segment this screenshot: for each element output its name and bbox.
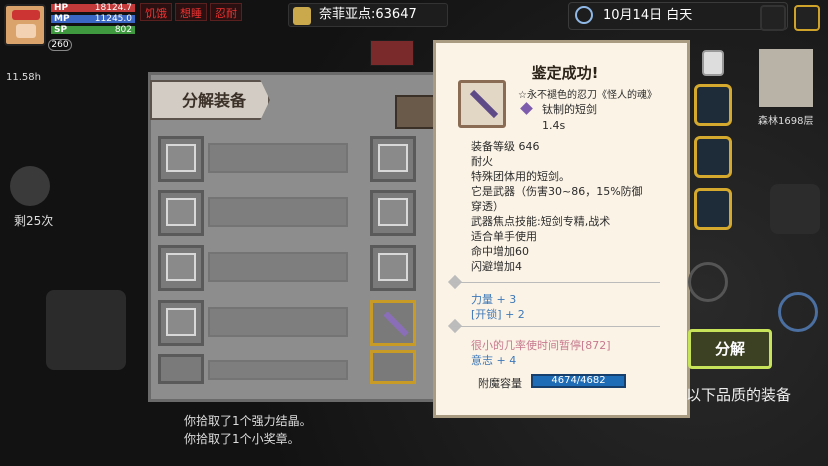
- mp-value: 11245.0: [94, 14, 132, 24]
- hp-bar: HP 18124.7: [50, 3, 136, 13]
- item-slot-rooster[interactable]: [370, 350, 416, 384]
- item-weight: 1.4s: [542, 119, 566, 132]
- item-slot[interactable]: [370, 245, 416, 291]
- map-tile: [370, 40, 414, 66]
- stat-line: 穿透）: [471, 200, 504, 213]
- stat-line: 适合单手使用: [471, 230, 537, 243]
- spiral-icon[interactable]: [688, 262, 728, 302]
- map-tile: [758, 48, 814, 108]
- status-forget: 忍耐: [210, 3, 242, 21]
- quality-text: 以下品质的装备: [686, 386, 792, 404]
- sp-value: 802: [114, 25, 132, 35]
- item-subtitle: ☆永不褪色的忍刀《怪人的魂》: [518, 90, 657, 101]
- status-sleepy: 想睡: [175, 3, 207, 21]
- slot-row: [208, 143, 348, 173]
- floor-label: 森林1698层: [758, 116, 814, 127]
- slot-row: [208, 307, 348, 337]
- slot-row: [208, 197, 348, 227]
- stat-line: 命中增加60: [471, 245, 529, 258]
- date-text: 10月14日 白天: [603, 8, 693, 23]
- enchant-capacity: 4674/4682: [531, 374, 626, 388]
- item-slot[interactable]: [158, 300, 204, 346]
- item-slot[interactable]: [370, 190, 416, 236]
- separator: [452, 282, 660, 283]
- remaining-count: 剩25次: [14, 214, 54, 228]
- hp-value: 18124.7: [94, 3, 132, 13]
- item-slot[interactable]: [158, 354, 204, 384]
- item-slot-sword[interactable]: [370, 300, 416, 346]
- stat-line: 装备等级 646: [471, 140, 540, 153]
- player-avatar[interactable]: [4, 4, 46, 46]
- exit-icon[interactable]: [794, 5, 820, 31]
- panel-title: 分解装备: [150, 80, 270, 120]
- skull-icon[interactable]: [10, 166, 50, 206]
- sword-skill-icon[interactable]: [770, 184, 820, 234]
- mp-bar: MP 11245.0: [50, 14, 136, 24]
- special-line: 很小的几率使时间暂停[872]: [471, 339, 611, 352]
- stat-line: 武器焦点技能:短剑专精,战术: [471, 215, 611, 228]
- sword-icon: [383, 311, 409, 337]
- quick-slot[interactable]: [694, 84, 732, 126]
- bonus-line: 意志 + 4: [471, 354, 517, 367]
- slot-row: [208, 360, 348, 380]
- gold-display: 奈菲亚点:63647: [288, 3, 448, 27]
- hp-label: HP: [54, 3, 69, 13]
- gold-text: 奈菲亚点:63647: [319, 7, 417, 22]
- item-name: 钛制的短剑: [542, 103, 597, 116]
- buff-timer: 11.58h: [6, 72, 41, 83]
- mp-label: MP: [54, 14, 70, 24]
- player-level: 260: [48, 39, 72, 51]
- quick-slot[interactable]: [694, 136, 732, 178]
- quick-slot[interactable]: [694, 188, 732, 230]
- stat-line: 耐火: [471, 155, 493, 168]
- bonus-line: [开锁] + 2: [471, 308, 525, 321]
- info-icon[interactable]: [702, 50, 724, 76]
- item-slot[interactable]: [158, 190, 204, 236]
- separator: [452, 326, 660, 327]
- log-line: 你拾取了1个小奖章。: [184, 432, 300, 446]
- sword-icon: [469, 89, 499, 119]
- item-icon: [458, 80, 506, 128]
- item-slot[interactable]: [370, 136, 416, 182]
- stat-line: 它是武器（伤害30~86，15%防御: [471, 185, 643, 198]
- network-icon[interactable]: [760, 5, 786, 31]
- bonus-line: 力量 + 3: [471, 293, 517, 306]
- sp-bar: SP 802: [50, 25, 136, 35]
- lock-icon[interactable]: [395, 95, 435, 129]
- enchant-label: 附魔容量: [478, 377, 522, 390]
- gear-icon[interactable]: [778, 292, 818, 332]
- decompose-button[interactable]: 分解: [688, 329, 772, 369]
- date-display: 10月14日 白天: [568, 2, 788, 30]
- sp-label: SP: [54, 25, 68, 35]
- log-line: 你拾取了1个强力结晶。: [184, 414, 312, 428]
- dpad[interactable]: [46, 290, 126, 370]
- item-slot[interactable]: [158, 136, 204, 182]
- sun-icon: [575, 6, 593, 24]
- item-slot[interactable]: [158, 245, 204, 291]
- status-hungry: 饥饿: [140, 3, 172, 21]
- stat-line: 闪避增加4: [471, 260, 522, 273]
- stat-line: 特殊团体用的短剑。: [471, 170, 570, 183]
- coin-icon: [293, 7, 311, 25]
- slot-row: [208, 252, 348, 282]
